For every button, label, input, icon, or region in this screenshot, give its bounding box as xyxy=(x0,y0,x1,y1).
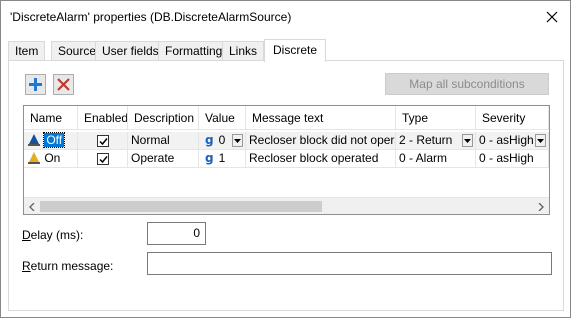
name-cell[interactable]: On xyxy=(24,150,78,168)
tab-links[interactable]: Links xyxy=(222,41,265,61)
properties-dialog: 'DiscreteAlarm' properties (DB.DiscreteA… xyxy=(0,0,571,318)
message-text-cell[interactable]: Recloser block operated xyxy=(246,150,396,168)
value-type-icon: g xyxy=(205,133,214,147)
title-bar: 'DiscreteAlarm' properties (DB.DiscreteA… xyxy=(1,1,570,33)
check-icon xyxy=(98,137,108,145)
value-cell[interactable]: g1 xyxy=(199,150,246,168)
value-text: 1 xyxy=(218,151,226,165)
tab-user-fields[interactable]: User fields xyxy=(95,41,166,61)
severity-cell[interactable]: 0 - asHigh xyxy=(476,132,549,150)
column-header-description[interactable]: Description xyxy=(128,106,199,130)
window-title: 'DiscreteAlarm' properties (DB.DiscreteA… xyxy=(10,10,292,24)
return-message-label: Return message: xyxy=(22,259,114,273)
check-icon xyxy=(98,155,108,163)
tab-discrete[interactable]: Discrete xyxy=(264,39,327,62)
chevron-right-icon xyxy=(538,202,544,211)
enabled-cell[interactable] xyxy=(78,150,128,168)
scrollbar-thumb[interactable] xyxy=(40,201,322,212)
description-cell[interactable]: Operate xyxy=(128,150,199,168)
horizontal-scrollbar[interactable] xyxy=(24,197,549,214)
discrete-panel: Map all subconditions Name Enabled Descr… xyxy=(8,60,564,311)
type-cell[interactable]: 0 - Alarm xyxy=(396,150,476,168)
message-text-cell[interactable]: Recloser block did not operate xyxy=(246,132,396,150)
severity-cell[interactable]: 0 - asHigh xyxy=(476,150,549,168)
tab-formatting[interactable]: Formatting xyxy=(158,41,230,61)
scroll-left-button[interactable] xyxy=(26,201,38,212)
delay-input[interactable]: 0 xyxy=(147,222,206,245)
type-value: 2 - Return xyxy=(399,133,453,147)
name-cell[interactable]: Off xyxy=(24,132,78,150)
enabled-checkbox[interactable] xyxy=(97,135,109,147)
alarm-state-icon xyxy=(28,134,40,146)
severity-value: 0 - asHigh xyxy=(479,133,534,147)
column-header-enabled[interactable]: Enabled xyxy=(78,106,128,130)
return-message-input[interactable] xyxy=(147,252,552,275)
close-icon xyxy=(546,11,558,23)
delete-button[interactable] xyxy=(53,74,74,95)
grid-row[interactable]: On Operate g1 Recloser block operated 0 … xyxy=(24,150,549,168)
column-header-message-text[interactable]: Message text xyxy=(246,106,396,130)
column-header-severity[interactable]: Severity xyxy=(476,106,549,130)
map-all-subconditions-button[interactable]: Map all subconditions xyxy=(385,73,549,95)
value-cell[interactable]: g0 xyxy=(199,132,246,150)
grid-row[interactable]: Off Normal g0 Recloser block did not ope… xyxy=(24,132,549,150)
enabled-cell[interactable] xyxy=(78,132,128,150)
column-header-name[interactable]: Name xyxy=(24,106,78,130)
column-header-value[interactable]: Value xyxy=(199,106,246,130)
scroll-right-button[interactable] xyxy=(535,201,547,212)
value-text: 0 xyxy=(218,133,226,147)
close-button[interactable] xyxy=(540,5,564,29)
tab-strip: Item Source User fields Formatting Links… xyxy=(8,39,564,62)
chevron-down-icon xyxy=(537,138,544,143)
severity-dropdown-button[interactable] xyxy=(535,134,546,147)
delay-label: Delay (ms): xyxy=(22,228,84,242)
chevron-down-icon xyxy=(234,138,241,143)
alarm-state-icon xyxy=(28,152,40,164)
description-cell[interactable]: Normal xyxy=(128,132,199,150)
name-value: On xyxy=(44,151,61,165)
type-dropdown-button[interactable] xyxy=(462,134,473,147)
value-dropdown-button[interactable] xyxy=(232,134,243,147)
column-header-type[interactable]: Type xyxy=(396,106,476,130)
value-type-icon: g xyxy=(205,151,214,165)
chevron-down-icon xyxy=(464,138,471,143)
name-value: Off xyxy=(43,132,66,148)
chevron-left-icon xyxy=(29,202,35,211)
discrete-states-grid: Name Enabled Description Value Message t… xyxy=(23,105,550,215)
plus-icon xyxy=(29,78,42,91)
x-icon xyxy=(57,78,70,91)
type-cell[interactable]: 2 - Return xyxy=(396,132,476,150)
add-button[interactable] xyxy=(25,74,46,95)
grid-header: Name Enabled Description Value Message t… xyxy=(24,106,549,130)
tab-item[interactable]: Item xyxy=(8,41,46,61)
enabled-checkbox[interactable] xyxy=(97,153,109,165)
